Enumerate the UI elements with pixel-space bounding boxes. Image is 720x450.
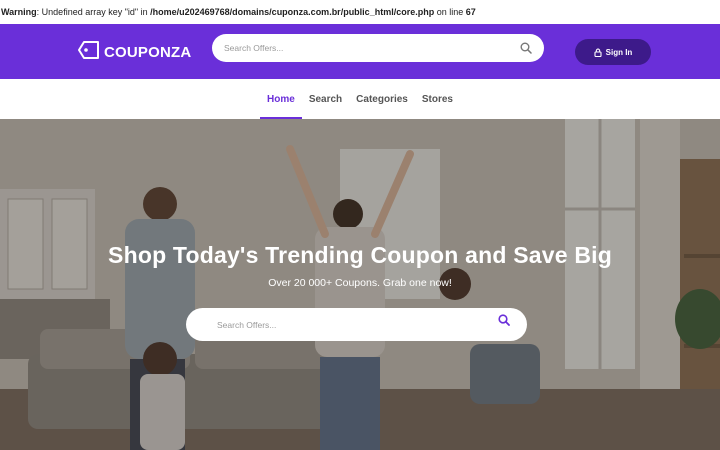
lock-icon: [594, 48, 602, 57]
tag-logo-icon: [78, 38, 100, 67]
site-header: COUPONZA Sign In: [0, 24, 720, 79]
nav-item-search[interactable]: Search: [302, 79, 349, 119]
php-warning: Warning: Undefined array key "id" in /ho…: [0, 0, 720, 24]
hero-banner: Shop Today's Trending Coupon and Save Bi…: [0, 119, 720, 450]
sign-in-button[interactable]: Sign In: [575, 39, 651, 65]
warning-path: /home/u202469768/domains/cuponza.com.br/…: [150, 7, 435, 17]
hero-search-bar: [186, 308, 527, 341]
header-search-button[interactable]: [512, 34, 540, 62]
nav-item-home[interactable]: Home: [260, 79, 302, 119]
hero-search-button[interactable]: [493, 309, 515, 331]
logo-text: COUPONZA: [104, 43, 192, 61]
warning-text: : Undefined array key "id" in: [36, 7, 151, 17]
main-nav: Home Search Categories Stores: [0, 79, 720, 119]
warning-line-label: on line: [434, 7, 466, 17]
warning-label: Warning: [1, 7, 37, 17]
nav-item-categories[interactable]: Categories: [349, 79, 415, 119]
warning-line-number: 67: [465, 7, 476, 17]
hero-search-input[interactable]: [186, 308, 493, 341]
hero-title: Shop Today's Trending Coupon and Save Bi…: [108, 242, 612, 268]
hero-subtitle: Over 20 000+ Coupons. Grab one now!: [268, 277, 452, 289]
sign-in-label: Sign In: [605, 47, 633, 57]
search-icon: [520, 42, 532, 54]
logo[interactable]: COUPONZA: [78, 38, 191, 66]
header-search-bar: [212, 34, 544, 62]
nav-item-stores[interactable]: Stores: [415, 79, 460, 119]
search-icon: [498, 313, 510, 326]
header-search-input[interactable]: [212, 34, 512, 62]
